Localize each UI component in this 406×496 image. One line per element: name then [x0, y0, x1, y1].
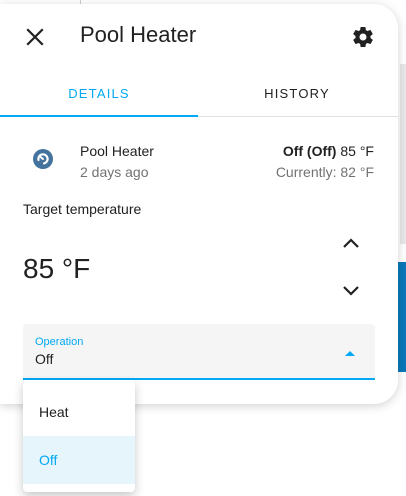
dialog-header: Pool Heater: [0, 4, 398, 68]
hvac-state: Off (Off): [282, 143, 337, 159]
tab-details[interactable]: DETAILS: [0, 70, 198, 116]
operation-select-label: Operation: [35, 336, 84, 348]
target-temp-state: 85 °F: [340, 143, 374, 159]
entity-state: Off (Off) 85 °F: [283, 143, 374, 159]
close-button[interactable]: [20, 22, 50, 52]
menu-item-heat[interactable]: Heat: [23, 388, 135, 436]
more-info-dialog: Pool Heater DETAILS HISTORY Pool Heater …: [0, 4, 398, 404]
tab-history[interactable]: HISTORY: [198, 70, 396, 116]
close-icon: [26, 28, 44, 46]
chevron-down-icon: [343, 286, 359, 296]
target-temperature-label: Target temperature: [23, 201, 142, 217]
menu-item-off[interactable]: Off: [23, 436, 135, 484]
target-temperature-value: 85 °F: [23, 253, 91, 284]
backdrop-accent-card: [398, 262, 406, 372]
pool-heater-icon: [33, 149, 53, 169]
entity-last-changed: 2 days ago: [80, 164, 149, 180]
tab-bar: DETAILS HISTORY: [0, 70, 398, 117]
settings-button[interactable]: [348, 22, 378, 52]
caret-up-icon: [345, 351, 355, 356]
increase-temperature-button[interactable]: [336, 228, 366, 258]
gear-icon: [353, 27, 373, 47]
operation-select-value: Off: [35, 351, 54, 367]
current-temperature: Currently: 82 °F: [275, 164, 374, 180]
chevron-up-icon: [343, 238, 359, 248]
backdrop-card: [400, 64, 406, 244]
dialog-title: Pool Heater: [80, 22, 197, 47]
operation-dropdown-menu: Heat Off: [23, 380, 135, 492]
operation-select[interactable]: Operation Off: [23, 324, 375, 380]
active-tab-indicator: [0, 115, 198, 117]
decrease-temperature-button[interactable]: [336, 276, 366, 306]
entity-name[interactable]: Pool Heater: [80, 143, 154, 159]
